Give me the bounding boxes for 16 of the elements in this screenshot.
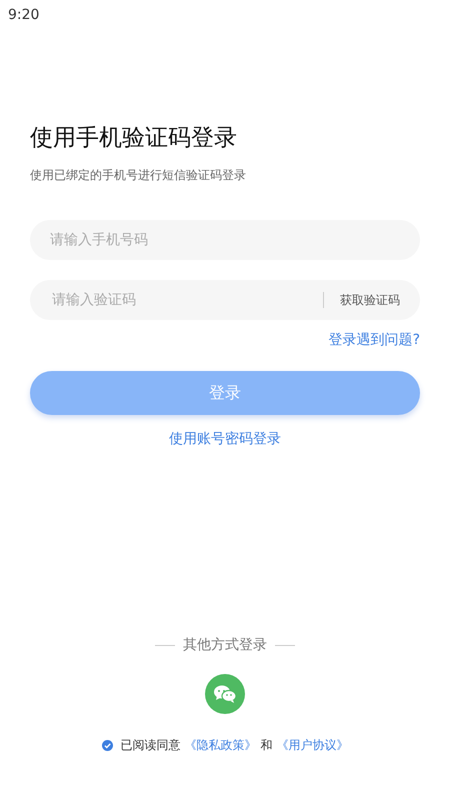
other-login-label: 其他方式登录	[183, 636, 267, 655]
agreement-text: 已阅读同意	[120, 737, 180, 754]
chat-bubbles-icon	[213, 684, 237, 704]
code-field[interactable]: 请输入验证码 获取验证码	[30, 280, 420, 320]
phone-field[interactable]: 请输入手机号码	[30, 220, 420, 260]
policy-link[interactable]: 《用户协议》	[276, 736, 348, 754]
get-code-button[interactable]: 获取验证码	[323, 292, 400, 308]
page-subtitle: 使用已绑定的手机号进行短信验证码登录	[30, 167, 247, 184]
agreement-text: 和	[260, 737, 272, 754]
page-title: 使用手机验证码登录	[30, 124, 238, 153]
help-link[interactable]: 登录遇到问题?	[328, 330, 420, 351]
status-time: 9:20	[8, 6, 40, 24]
policy-link[interactable]: 《隐私政策》	[184, 736, 256, 754]
agree-checkbox[interactable]	[102, 740, 112, 750]
password-login-link[interactable]: 使用账号密码登录	[169, 429, 281, 450]
wechat-button[interactable]	[205, 674, 245, 714]
